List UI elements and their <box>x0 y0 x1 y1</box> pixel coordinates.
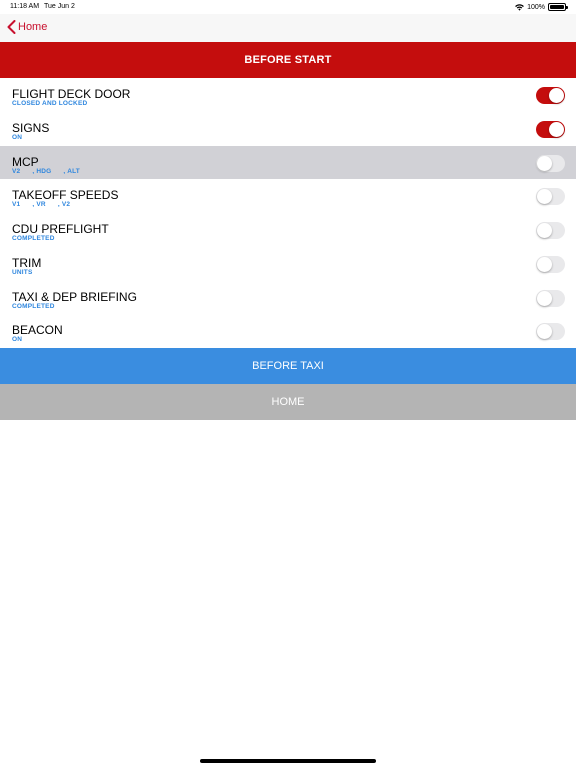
checklist-item-subtitle: ON <box>12 336 34 343</box>
checklist-item-subtitle: COMPLETED <box>12 303 67 310</box>
status-right: 100% <box>515 3 568 11</box>
checklist-toggle[interactable] <box>536 289 565 307</box>
checklist-item-title: TAKEOFF SPEEDS <box>12 188 119 203</box>
checklist-toggle[interactable] <box>536 188 565 206</box>
checklist-row[interactable]: SIGNS ON <box>0 111 576 146</box>
checklist-row[interactable]: TAKEOFF SPEEDS V1 , VR , V2 <box>0 179 576 213</box>
checklist-item-title: TRIM <box>12 255 42 270</box>
checklist-row[interactable]: FLIGHT DECK DOOR CLOSED AND LOCKED <box>0 78 576 112</box>
subtitle-part: ON <box>12 133 23 141</box>
checklist-row[interactable]: MCP V2 , HDG , ALT <box>0 145 576 180</box>
subtitle-part: , ALT <box>63 167 80 175</box>
subtitle-part: , V2 <box>57 201 71 209</box>
checklist-item-subtitle: UNITS <box>12 269 45 276</box>
checklist-toggle[interactable] <box>536 154 565 172</box>
checklist-item-title: BEACON <box>12 323 63 338</box>
subtitle-part: V2 <box>12 167 21 175</box>
section-header: BEFORE START <box>0 42 576 78</box>
checklist-toggle[interactable] <box>536 222 565 239</box>
status-time: 11:18 AM <box>10 3 40 10</box>
checklist-item-subtitle: CLOSED AND LOCKED <box>12 100 99 107</box>
checklist-item-subtitle: V1 , VR , V2 <box>12 201 82 208</box>
subtitle-part: UNITS <box>12 268 33 276</box>
battery-percent: 100% <box>527 3 545 11</box>
checklist-row[interactable]: CDU PREFLIGHT COMPLETED <box>0 213 576 247</box>
subtitle-part: , VR <box>32 201 46 209</box>
toggle-knob <box>537 290 552 306</box>
checklist-row[interactable]: BEACON ON <box>0 314 576 348</box>
before-taxi-label: BEFORE TAXI <box>252 360 324 372</box>
toggle-knob <box>537 189 552 205</box>
back-button[interactable]: Home <box>7 20 47 34</box>
home-button[interactable]: HOME <box>0 384 576 420</box>
subtitle-part: COMPLETED <box>12 235 55 242</box>
toggle-knob <box>549 88 564 103</box>
checklist-row[interactable]: TRIM UNITS <box>0 246 576 281</box>
subtitle-part: , HDG <box>32 167 52 175</box>
checklist-toggle[interactable] <box>536 87 565 104</box>
before-taxi-button[interactable]: BEFORE TAXI <box>0 348 576 384</box>
subtitle-part: V1 <box>12 201 21 209</box>
home-label: HOME <box>271 396 305 408</box>
section-title: BEFORE START <box>244 54 332 66</box>
battery-icon <box>548 3 568 11</box>
home-indicator <box>200 759 376 763</box>
checklist-item-title: CDU PREFLIGHT <box>12 222 109 236</box>
checklist-row[interactable]: TAXI & DEP BRIEFING COMPLETED <box>0 280 576 315</box>
checklist-item-subtitle: ON <box>12 134 34 141</box>
toggle-knob <box>537 324 552 340</box>
checklist-item-title: FLIGHT DECK DOOR <box>12 87 131 101</box>
status-date: Tue Jun 2 <box>44 3 75 10</box>
subtitle-part: CLOSED AND LOCKED <box>12 100 88 107</box>
checklist-toggle[interactable] <box>536 120 565 138</box>
subtitle-part: ON <box>12 336 23 344</box>
checklist-toggle[interactable] <box>536 323 565 341</box>
checklist-item-subtitle: V2 , HDG , ALT <box>12 168 92 175</box>
back-label: Home <box>18 21 48 33</box>
wifi-icon <box>515 3 524 11</box>
subtitle-part: COMPLETED <box>12 302 55 310</box>
toggle-knob <box>549 121 564 137</box>
checklist-item-subtitle: COMPLETED <box>12 235 67 242</box>
checklist-item-title: TAXI & DEP BRIEFING <box>12 289 137 304</box>
status-bar: 11:18 AM Tue Jun 2 100% <box>0 0 576 14</box>
checklist-item-title: MCP <box>12 154 39 169</box>
checklist-item-title: SIGNS <box>12 120 50 135</box>
toggle-knob <box>537 155 552 171</box>
navigation-bar: Home <box>0 14 576 42</box>
chevron-left-icon <box>7 20 16 34</box>
checklist-toggle[interactable] <box>536 255 565 273</box>
checklist: FLIGHT DECK DOOR CLOSED AND LOCKED SIGNS ON… <box>0 78 576 348</box>
toggle-knob <box>537 223 552 238</box>
toggle-knob <box>537 256 552 272</box>
